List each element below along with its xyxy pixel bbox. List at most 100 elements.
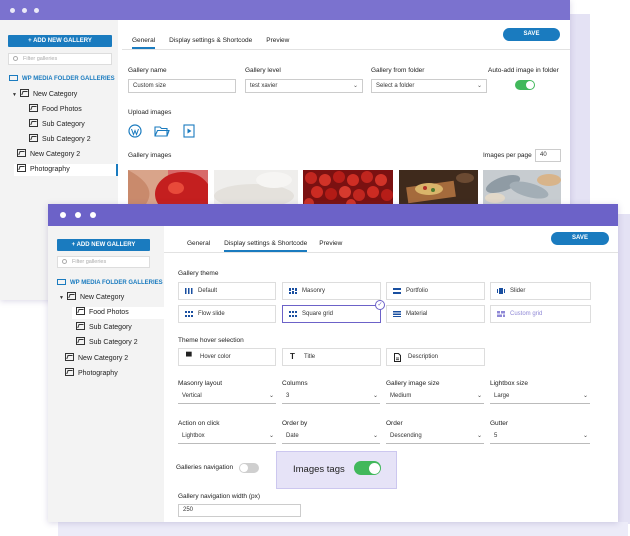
theme-portfolio[interactable]: Portfolio: [386, 282, 485, 300]
tree-item-sub-category-2[interactable]: Sub Category 2: [29, 134, 91, 146]
strawberry-photo[interactable]: [128, 170, 208, 204]
lightbox-size-label: Lightbox size: [490, 380, 528, 387]
theme-flow-slide[interactable]: Flow slide: [178, 305, 276, 323]
save-button[interactable]: SAVE: [551, 232, 609, 245]
folder-open-icon[interactable]: [154, 124, 170, 138]
galleries-navigation-toggle[interactable]: [239, 463, 259, 473]
gallery-image-size-label: Gallery image size: [386, 380, 440, 387]
gallery-level-select[interactable]: test xavier ⌄: [245, 79, 363, 93]
theme-hover-label: Theme hover selection: [178, 337, 244, 344]
window-dot[interactable]: [75, 212, 81, 218]
tree-item-food-photos[interactable]: Food Photos: [29, 104, 82, 116]
grilled-fish-photo[interactable]: [483, 170, 561, 204]
hover-color-option[interactable]: ▀ Hover color: [178, 348, 276, 366]
theme-default[interactable]: Default: [178, 282, 276, 300]
auto-add-toggle[interactable]: [515, 80, 535, 90]
order-select[interactable]: Descending ⌄: [386, 430, 484, 444]
image-folder-icon: [19, 89, 29, 97]
settings-tabs: General Display settings & Shortcode Pre…: [132, 37, 303, 49]
square-grid-icon: [289, 311, 297, 317]
tree-item-new-category[interactable]: ▼ New Category: [12, 89, 77, 101]
tab-general[interactable]: General: [132, 37, 156, 49]
order-by-select[interactable]: Date ⌄: [282, 430, 380, 444]
tree-item-new-category-2[interactable]: New Category 2: [65, 353, 128, 365]
video-icon[interactable]: [183, 124, 195, 138]
images-tags-toggle[interactable]: [354, 461, 381, 475]
tree-item-food-photos[interactable]: Food Photos: [72, 307, 164, 319]
tree-item-new-category-2[interactable]: New Category 2: [17, 149, 80, 161]
add-new-gallery-button[interactable]: + ADD NEW GALLERY: [57, 239, 150, 251]
pizza-board-photo[interactable]: [399, 170, 478, 204]
hover-description-option[interactable]: Description: [386, 348, 485, 366]
nav-width-input[interactable]: 250: [178, 504, 301, 517]
window-dot[interactable]: [90, 212, 96, 218]
tab-general[interactable]: General: [187, 240, 210, 252]
save-button[interactable]: SAVE: [503, 28, 560, 41]
tree-item-sub-category-2[interactable]: Sub Category 2: [76, 337, 138, 349]
window-dot[interactable]: [10, 7, 15, 13]
bread-photo[interactable]: [214, 170, 298, 204]
window-dot[interactable]: [34, 7, 39, 13]
gutter-label: Gutter: [490, 420, 509, 427]
action-on-click-select[interactable]: Lightbox ⌄: [178, 430, 276, 444]
theme-square-grid[interactable]: Square grid: [282, 305, 381, 323]
gallery-from-folder-label: Gallery from folder: [371, 67, 425, 74]
gallery-name-input[interactable]: Custom size: [128, 79, 236, 93]
galleries-root[interactable]: WP MEDIA FOLDER GALLERIES: [9, 75, 115, 82]
galleries-navigation-label: Galleries navigation: [176, 464, 234, 471]
order-label: Order: [386, 420, 403, 427]
wordpress-icon[interactable]: [128, 124, 142, 138]
selected-check-icon: ✓: [375, 300, 385, 310]
tab-preview[interactable]: Preview: [266, 37, 289, 49]
auto-add-label: Auto-add image in folder: [488, 67, 559, 74]
image-folder-icon: [65, 368, 74, 376]
galleries-root[interactable]: WP MEDIA FOLDER GALLERIES: [57, 279, 163, 286]
grid-columns-icon: [185, 288, 193, 294]
masonry-icon: [289, 288, 297, 294]
window-dot[interactable]: [60, 212, 66, 218]
gallery-folder-icon: [9, 75, 18, 81]
add-new-gallery-button[interactable]: + ADD NEW GALLERY: [8, 35, 112, 47]
theme-material[interactable]: Material: [386, 305, 485, 323]
gallery-image-size-select[interactable]: Medium ⌄: [386, 390, 484, 404]
caret-down-icon: ▼: [59, 295, 64, 301]
images-per-page-input[interactable]: 40: [535, 149, 561, 162]
search-icon: [13, 56, 18, 61]
filter-galleries-input[interactable]: Filter galleries: [8, 53, 112, 65]
gutter-select[interactable]: 5 ⌄: [490, 430, 590, 444]
gallery-level-label: Gallery level: [245, 67, 281, 74]
tree-item-new-category[interactable]: ▼ New Category: [59, 292, 124, 304]
flow-slide-icon: [185, 311, 193, 317]
image-folder-icon: [66, 292, 76, 300]
document-icon: [394, 353, 401, 362]
cherry-tomatoes-photo[interactable]: [303, 170, 393, 204]
order-by-label: Order by: [282, 420, 308, 427]
tab-display-settings[interactable]: Display settings & Shortcode: [169, 37, 252, 49]
gallery-from-folder-select[interactable]: Select a folder ⌄: [371, 79, 487, 93]
tree-item-sub-category[interactable]: Sub Category: [76, 322, 132, 334]
lightbox-size-select[interactable]: Large ⌄: [490, 390, 590, 404]
chevron-down-icon: ⌄: [476, 83, 482, 89]
images-tags-label: Images tags: [293, 464, 345, 475]
caret-down-icon: ▼: [12, 92, 17, 98]
masonry-layout-select[interactable]: Vertical ⌄: [178, 390, 276, 404]
tree-item-photography[interactable]: Photography: [65, 368, 118, 380]
tab-preview[interactable]: Preview: [319, 240, 342, 252]
theme-slider[interactable]: Slider: [490, 282, 591, 300]
tree-item-sub-category[interactable]: Sub Category: [29, 119, 85, 131]
tabs-divider: [122, 49, 570, 50]
hover-title-option[interactable]: T Title: [282, 348, 381, 366]
search-icon: [62, 259, 67, 264]
theme-custom-grid[interactable]: Custom grid: [490, 305, 591, 323]
window-dot[interactable]: [22, 7, 27, 13]
upload-images-label: Upload images: [128, 109, 172, 116]
chevron-down-icon: ⌄: [268, 433, 274, 439]
backdrop-panel: [58, 522, 628, 536]
theme-masonry[interactable]: Masonry: [282, 282, 381, 300]
columns-select[interactable]: 3 ⌄: [282, 390, 380, 404]
tab-display-settings[interactable]: Display settings & Shortcode: [224, 240, 308, 252]
tree-item-photography[interactable]: Photography: [14, 164, 118, 176]
filter-galleries-input[interactable]: Filter galleries: [57, 256, 150, 268]
gallery-sidebar: + ADD NEW GALLERY Filter galleries WP ME…: [48, 226, 164, 522]
settings-tabs: General Display settings & Shortcode Pre…: [187, 240, 356, 252]
